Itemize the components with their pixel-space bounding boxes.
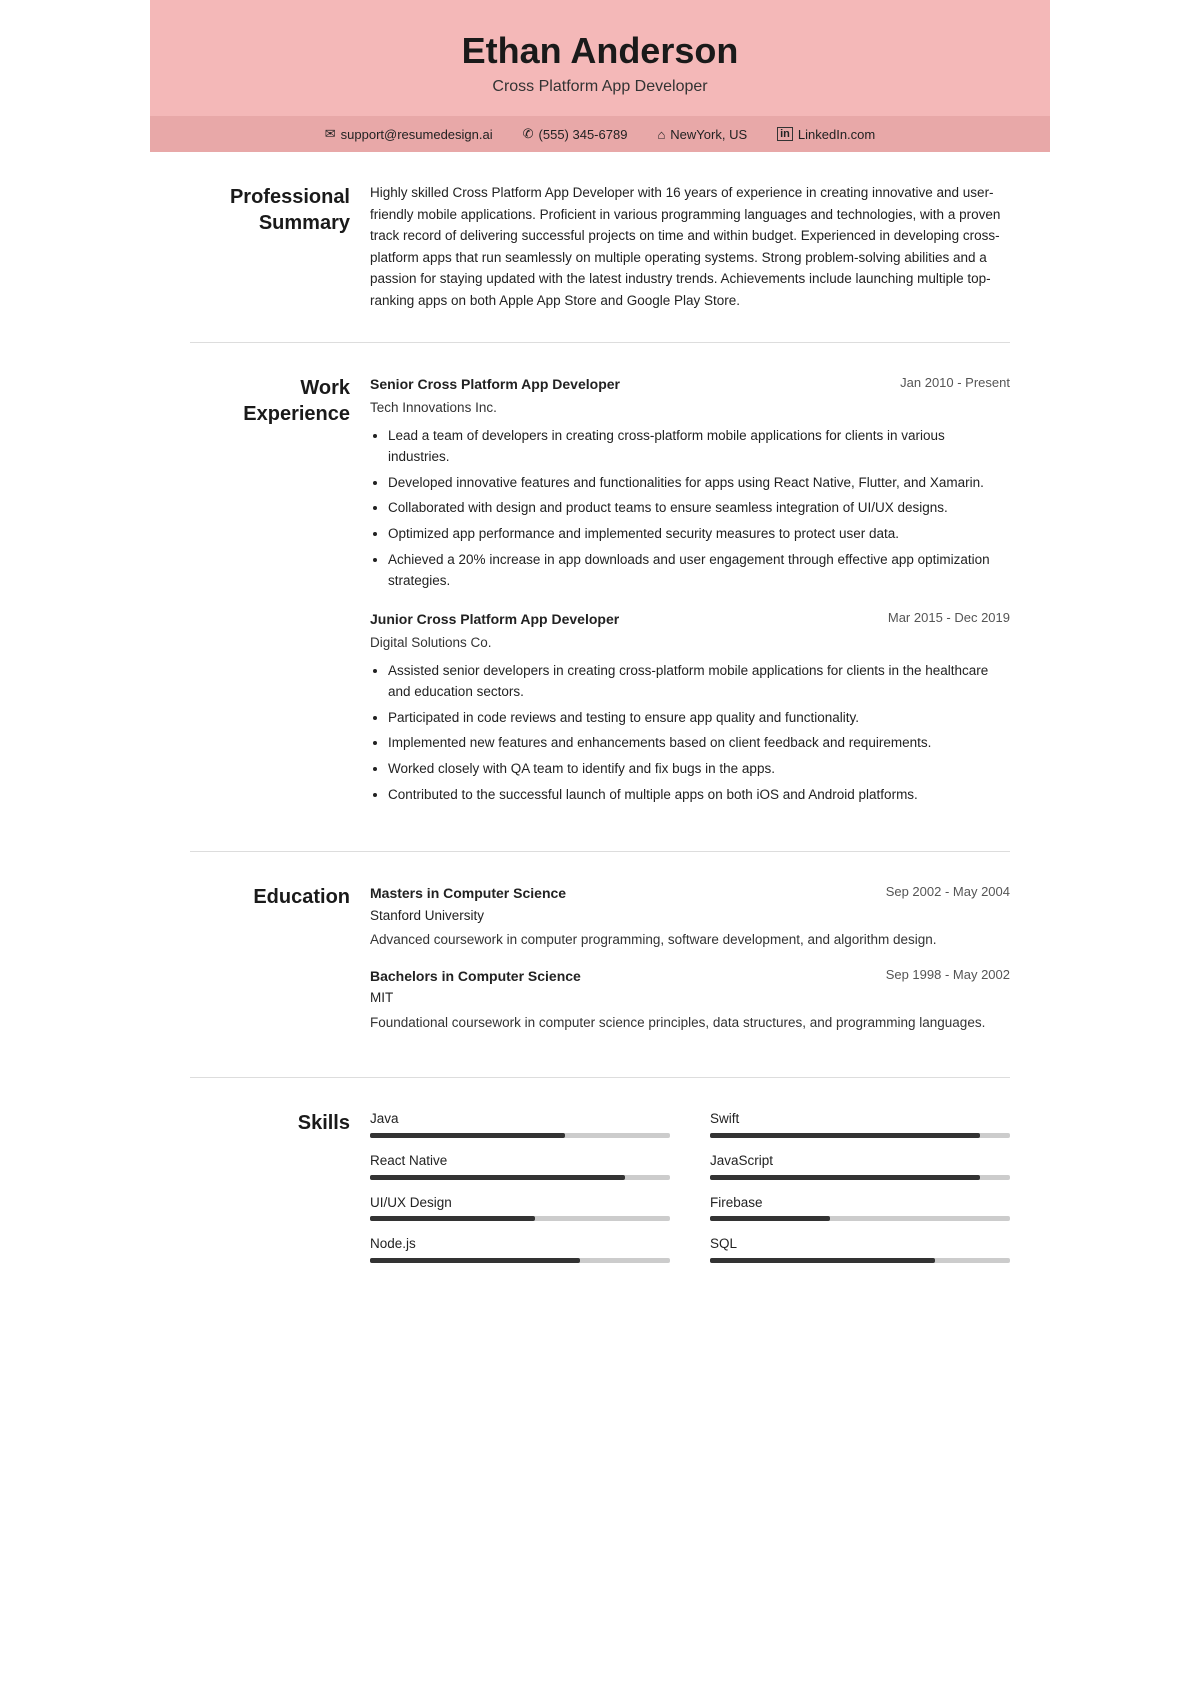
job-block: Junior Cross Platform App Developer Mar 2… bbox=[370, 608, 1010, 806]
summary-label: Professional Summary bbox=[190, 182, 350, 312]
skill-name: SQL bbox=[710, 1233, 1010, 1255]
skill-bar-bg bbox=[370, 1216, 670, 1221]
skill-item: Node.js bbox=[370, 1233, 670, 1263]
skill-item: Firebase bbox=[710, 1192, 1010, 1222]
list-item: Implemented new features and enhancement… bbox=[388, 732, 1010, 754]
skill-item: React Native bbox=[370, 1150, 670, 1180]
skill-name: Java bbox=[370, 1108, 670, 1130]
list-item: Lead a team of developers in creating cr… bbox=[388, 425, 1010, 468]
job-bullets: Lead a team of developers in creating cr… bbox=[370, 425, 1010, 592]
list-item: Optimized app performance and implemente… bbox=[388, 523, 1010, 545]
job-title: Junior Cross Platform App Developer bbox=[370, 608, 619, 630]
skill-item: JavaScript bbox=[710, 1150, 1010, 1180]
list-item: Achieved a 20% increase in app downloads… bbox=[388, 549, 1010, 592]
contact-linkedin: in LinkedIn.com bbox=[777, 126, 875, 142]
work-section: Work Experience Senior Cross Platform Ap… bbox=[190, 373, 1010, 822]
edu-degree: Bachelors in Computer Science bbox=[370, 965, 581, 987]
skill-name: Swift bbox=[710, 1108, 1010, 1130]
list-item: Collaborated with design and product tea… bbox=[388, 497, 1010, 519]
skill-bar-bg bbox=[710, 1258, 1010, 1263]
skills-content: Java Swift React Native JavaScript UI/UX… bbox=[370, 1108, 1010, 1264]
list-item: Worked closely with QA team to identify … bbox=[388, 758, 1010, 780]
contact-email: ✉ support@resumedesign.ai bbox=[325, 126, 493, 142]
phone-icon: ✆ bbox=[523, 126, 534, 142]
skill-bar-bg bbox=[370, 1133, 670, 1138]
education-section: Education Masters in Computer Science Se… bbox=[190, 882, 1010, 1047]
skill-item: SQL bbox=[710, 1233, 1010, 1263]
contact-location: ⌂ NewYork, US bbox=[657, 126, 747, 142]
contact-bar: ✉ support@resumedesign.ai ✆ (555) 345-67… bbox=[150, 116, 1050, 152]
education-label: Education bbox=[190, 882, 350, 1047]
education-content: Masters in Computer Science Sep 2002 - M… bbox=[370, 882, 1010, 1047]
edu-school: MIT bbox=[370, 987, 1010, 1009]
summary-text: Highly skilled Cross Platform App Develo… bbox=[370, 182, 1010, 312]
skill-bar-bg bbox=[710, 1216, 1010, 1221]
skills-section: Skills Java Swift React Native JavaScrip… bbox=[190, 1108, 1010, 1264]
skill-bar-fill bbox=[370, 1133, 565, 1138]
linkedin-icon: in bbox=[777, 127, 793, 141]
skill-item: Java bbox=[370, 1108, 670, 1138]
job-block: Senior Cross Platform App Developer Jan 2… bbox=[370, 373, 1010, 592]
skill-bar-fill bbox=[370, 1258, 580, 1263]
divider-3 bbox=[190, 1077, 1010, 1078]
skill-bar-bg bbox=[710, 1175, 1010, 1180]
job-date: Jan 2010 - Present bbox=[900, 373, 1010, 394]
job-company: Tech Innovations Inc. bbox=[370, 397, 1010, 419]
skill-bar-fill bbox=[710, 1133, 980, 1138]
list-item: Developed innovative features and functi… bbox=[388, 472, 1010, 494]
skill-name: JavaScript bbox=[710, 1150, 1010, 1172]
edu-block: Bachelors in Computer Science Sep 1998 -… bbox=[370, 965, 1010, 1034]
job-company: Digital Solutions Co. bbox=[370, 632, 1010, 654]
skill-bar-bg bbox=[710, 1133, 1010, 1138]
edu-date: Sep 2002 - May 2004 bbox=[886, 882, 1010, 904]
email-icon: ✉ bbox=[325, 126, 336, 142]
edu-header: Masters in Computer Science Sep 2002 - M… bbox=[370, 882, 1010, 904]
list-item: Contributed to the successful launch of … bbox=[388, 784, 1010, 806]
skill-bar-fill bbox=[370, 1175, 625, 1180]
skill-bar-bg bbox=[370, 1175, 670, 1180]
skill-bar-bg bbox=[370, 1258, 670, 1263]
candidate-title: Cross Platform App Developer bbox=[170, 78, 1030, 96]
summary-section: Professional Summary Highly skilled Cros… bbox=[190, 182, 1010, 312]
contact-phone: ✆ (555) 345-6789 bbox=[523, 126, 628, 142]
skill-name: UI/UX Design bbox=[370, 1192, 670, 1214]
skills-label: Skills bbox=[190, 1108, 350, 1264]
job-date: Mar 2015 - Dec 2019 bbox=[888, 608, 1010, 629]
edu-block: Masters in Computer Science Sep 2002 - M… bbox=[370, 882, 1010, 951]
divider-2 bbox=[190, 851, 1010, 852]
edu-degree: Masters in Computer Science bbox=[370, 882, 566, 904]
edu-desc: Foundational coursework in computer scie… bbox=[370, 1012, 1010, 1034]
skill-item: UI/UX Design bbox=[370, 1192, 670, 1222]
edu-desc: Advanced coursework in computer programm… bbox=[370, 929, 1010, 951]
list-item: Participated in code reviews and testing… bbox=[388, 707, 1010, 729]
skill-bar-fill bbox=[710, 1175, 980, 1180]
divider-1 bbox=[190, 342, 1010, 343]
work-label: Work Experience bbox=[190, 373, 350, 822]
main-content: Professional Summary Highly skilled Cros… bbox=[150, 152, 1050, 1325]
skills-grid: Java Swift React Native JavaScript UI/UX… bbox=[370, 1108, 1010, 1264]
edu-school: Stanford University bbox=[370, 905, 1010, 927]
skill-name: React Native bbox=[370, 1150, 670, 1172]
skill-bar-fill bbox=[710, 1216, 830, 1221]
skill-name: Node.js bbox=[370, 1233, 670, 1255]
candidate-name: Ethan Anderson bbox=[170, 30, 1030, 72]
skill-bar-fill bbox=[710, 1258, 935, 1263]
skill-item: Swift bbox=[710, 1108, 1010, 1138]
job-title: Senior Cross Platform App Developer bbox=[370, 373, 620, 395]
work-content: Senior Cross Platform App Developer Jan 2… bbox=[370, 373, 1010, 822]
edu-date: Sep 1998 - May 2002 bbox=[886, 965, 1010, 987]
list-item: Assisted senior developers in creating c… bbox=[388, 660, 1010, 703]
job-bullets: Assisted senior developers in creating c… bbox=[370, 660, 1010, 806]
location-icon: ⌂ bbox=[657, 127, 665, 142]
skill-name: Firebase bbox=[710, 1192, 1010, 1214]
skill-bar-fill bbox=[370, 1216, 535, 1221]
edu-header: Bachelors in Computer Science Sep 1998 -… bbox=[370, 965, 1010, 987]
header-section: Ethan Anderson Cross Platform App Develo… bbox=[150, 0, 1050, 116]
